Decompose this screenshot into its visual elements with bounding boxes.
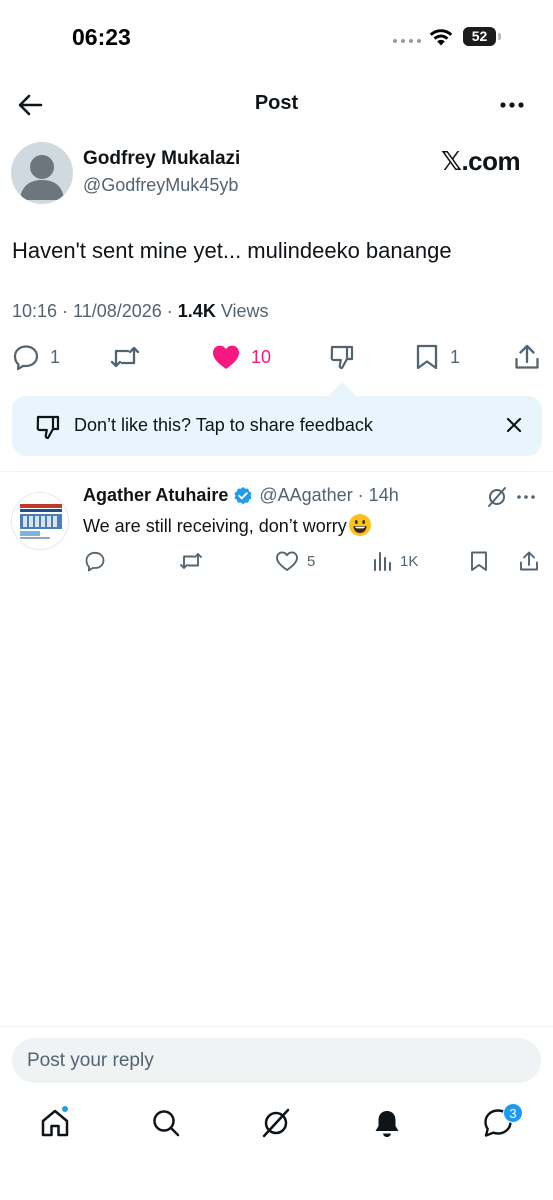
post-header: Post	[0, 80, 553, 130]
thumbs-down-icon	[36, 415, 60, 440]
tab-search[interactable]	[149, 1106, 183, 1140]
reply-views-button[interactable]: 1K	[372, 548, 418, 574]
feedback-text: Don’t like this? Tap to share feedback	[74, 415, 373, 435]
reply-icon	[85, 551, 105, 572]
reply-like-button[interactable]: 5	[275, 548, 315, 574]
status-time: 06:23	[72, 24, 131, 50]
battery-icon: 52	[463, 27, 496, 46]
verified-badge-icon	[234, 486, 252, 504]
more-horizontal-icon[interactable]	[515, 488, 537, 506]
reply-avatar[interactable]	[11, 492, 69, 550]
author-handle[interactable]: @GodfreyMuk45yb	[83, 175, 238, 196]
reply-icon	[13, 345, 39, 371]
close-icon[interactable]	[503, 414, 525, 436]
reply-author-handle[interactable]: @AAgather · 14h	[259, 485, 398, 506]
default-avatar-icon	[20, 155, 64, 200]
author-name[interactable]: Godfrey Mukalazi	[83, 148, 240, 170]
notifications-icon	[375, 1111, 399, 1137]
reply-action-bar: 5 1K	[0, 548, 553, 574]
reply-author-name[interactable]: Agather Atuhaire	[83, 485, 228, 506]
tab-grok[interactable]	[259, 1106, 293, 1140]
reply-like-count: 5	[307, 552, 316, 570]
reply-input[interactable]	[27, 1038, 527, 1083]
retweet-icon	[180, 553, 202, 569]
thumbs-down-icon	[330, 345, 354, 370]
post-meta: 10:16 · 11/08/2026 · 1.4K Views	[12, 301, 269, 322]
status-bar: 06:23 52	[0, 0, 553, 80]
more-horizontal-icon[interactable]	[498, 92, 526, 118]
reply-views-count: 1K	[400, 552, 419, 570]
retweet-button[interactable]	[109, 340, 141, 374]
reply-retweet-button[interactable]	[178, 548, 204, 574]
reply-reply-button[interactable]	[84, 548, 106, 574]
share-icon	[515, 344, 539, 369]
reply-text-content: We are still receiving, don’t worry	[83, 516, 347, 536]
divider	[0, 1026, 553, 1027]
author-avatar[interactable]	[11, 142, 73, 204]
heart-icon	[276, 551, 298, 571]
heart-filled-icon	[213, 345, 239, 369]
reply-bookmark-button[interactable]	[469, 548, 489, 574]
battery-percentage: 52	[471, 28, 488, 44]
divider	[0, 471, 553, 472]
grok-icon[interactable]	[486, 486, 508, 508]
post-text: Haven't sent mine yet... mulindeeko bana…	[12, 238, 452, 263]
reply-header: Agather Atuhaire @AAgather · 14h	[83, 485, 399, 506]
messages-badge: 3	[503, 1103, 523, 1123]
bookmark-button[interactable]: 1	[414, 340, 460, 374]
tab-notifications[interactable]	[370, 1106, 404, 1140]
home-notification-dot	[61, 1105, 69, 1113]
views-count: 1.4K	[177, 301, 216, 321]
like-button[interactable]: 10	[211, 340, 271, 374]
analytics-icon	[374, 552, 391, 571]
views-label: Views	[215, 301, 269, 321]
post-timestamp: 10:16 · 11/08/2026 ·	[12, 301, 178, 321]
reply-count: 1	[50, 346, 61, 367]
campaign-avatar-image	[12, 493, 68, 549]
grok-icon	[262, 1108, 290, 1138]
page-title: Post	[254, 92, 299, 114]
battery-cap	[498, 33, 501, 40]
feedback-banner[interactable]: Don’t like this? Tap to share feedback	[12, 396, 542, 456]
bookmark-icon	[471, 551, 487, 571]
post-action-bar: 1 10 1	[0, 340, 553, 374]
bookmark-count: 1	[450, 346, 461, 367]
cellular-signal-icon	[393, 39, 421, 43]
search-icon	[153, 1110, 180, 1137]
share-button[interactable]	[513, 340, 541, 374]
share-icon	[520, 551, 538, 571]
like-count: 10	[251, 346, 272, 367]
retweet-icon	[110, 346, 140, 368]
wifi-icon	[429, 29, 453, 46]
reply-button[interactable]: 1	[12, 340, 60, 374]
reply-text: We are still receiving, don’t worry	[83, 513, 372, 537]
bookmark-icon	[416, 344, 438, 370]
bottom-tab-bar	[0, 1098, 553, 1154]
dislike-button[interactable]	[328, 340, 356, 374]
source-label: 𝕏.com	[441, 146, 521, 176]
reply-composer[interactable]	[12, 1038, 541, 1083]
reply-share-button[interactable]	[518, 548, 540, 574]
grinning-face-emoji-icon	[348, 514, 371, 536]
